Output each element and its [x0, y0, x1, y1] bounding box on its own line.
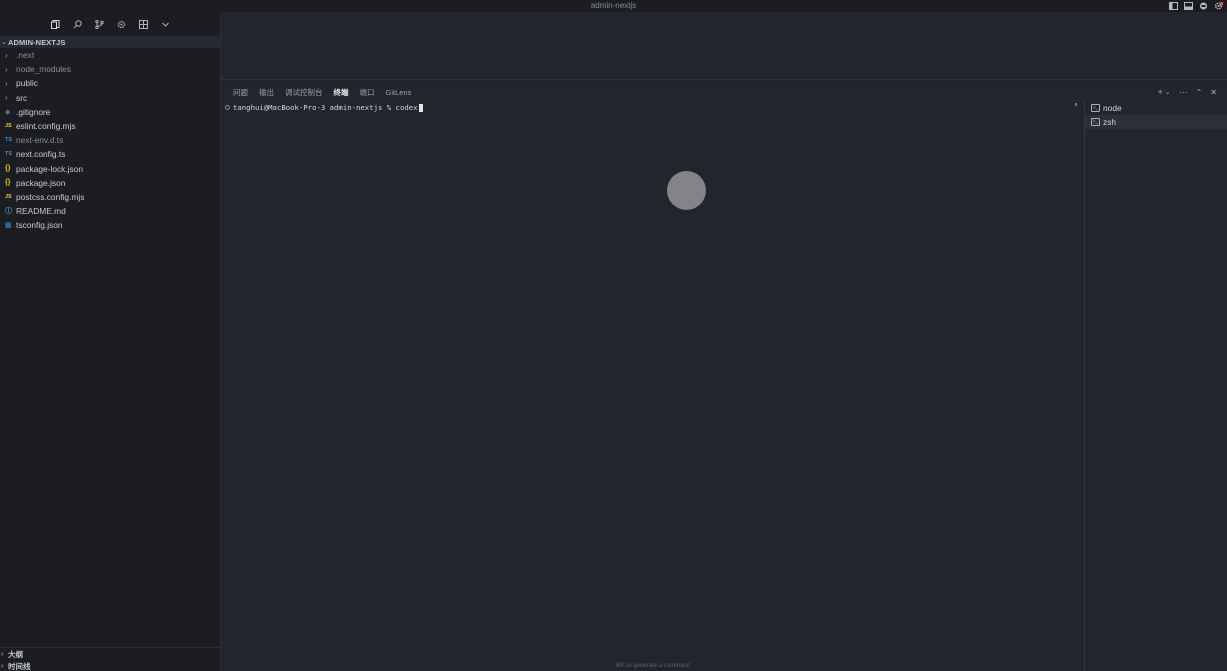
tree-item-next-env[interactable]: TS next-env.d.ts — [0, 133, 220, 147]
tab-gitlens[interactable]: GitLens — [386, 87, 412, 99]
git-file-icon: ◆ — [5, 108, 11, 116]
more-icon[interactable]: ··· — [1179, 87, 1188, 97]
chevron-down-icon[interactable]: ⌄ — [1165, 88, 1171, 96]
terminal-cursor — [418, 103, 423, 112]
sidebar-bottom-sections: › 大纲 › 时间线 — [0, 647, 220, 671]
tree-item-node-modules[interactable]: › node_modules — [0, 62, 220, 76]
close-icon[interactable]: ✕ — [1210, 88, 1217, 97]
chevron-down-icon: ⌄ — [1, 39, 7, 46]
search-icon[interactable] — [72, 19, 82, 29]
scroll-marker — [1075, 103, 1077, 106]
source-control-icon[interactable] — [94, 19, 104, 29]
chevron-right-icon: › — [1, 662, 4, 670]
layout-icon[interactable] — [138, 19, 148, 29]
notification-dot — [1219, 2, 1223, 6]
gear-icon[interactable] — [1214, 2, 1223, 10]
terminal-icon: >_ — [1091, 118, 1100, 126]
js-file-icon: JS — [5, 193, 12, 200]
chevron-right-icon: › — [1, 650, 4, 658]
panel-actions: + ⌄ ··· ⌃ ✕ — [1157, 86, 1217, 98]
maximize-panel-icon[interactable]: ⌃ — [1196, 88, 1203, 97]
touch-indicator — [667, 171, 706, 210]
chevron-right-icon: › — [5, 93, 8, 103]
json-file-icon: {} — [5, 179, 11, 187]
tree-item-gitignore[interactable]: ◆ .gitignore — [0, 105, 220, 119]
tree-item-public[interactable]: › public — [0, 76, 220, 90]
ts-file-icon: TS — [5, 137, 13, 144]
tab-debug-console[interactable]: 调试控制台 — [285, 87, 323, 99]
terminal-list: >_ node >_ zsh — [1084, 101, 1227, 671]
title-bar: admin-nextjs — [0, 0, 1227, 12]
chevron-right-icon: › — [5, 78, 8, 88]
terminal-prompt: tanghui@MacBook-Pro-3 admin-nextjs % cod… — [233, 103, 418, 112]
extensions-icon[interactable] — [117, 20, 126, 29]
explorer-header[interactable]: ⌄ ADMIN-NEXTJS — [0, 36, 220, 48]
tab-terminal[interactable]: 终端 — [334, 87, 349, 99]
tsconfig-file-icon: ▦ — [5, 222, 12, 230]
outline-section[interactable]: › 大纲 — [0, 648, 220, 660]
explorer-title: ADMIN-NEXTJS — [8, 37, 66, 47]
sidebar: ⌄ ADMIN-NEXTJS › .next › node_modules › pub… — [0, 12, 221, 671]
toggle-sidebar-icon[interactable] — [1169, 2, 1178, 10]
info-icon: ⓘ — [5, 208, 12, 216]
tree-item-next[interactable]: › .next — [0, 48, 220, 62]
terminal-item-node[interactable]: >_ node — [1085, 101, 1227, 115]
new-terminal-icon[interactable]: + — [1157, 87, 1162, 97]
terminal-icon: >_ — [1091, 104, 1100, 112]
tree-item-package-json[interactable]: {} package.json — [0, 176, 220, 190]
tree-item-next-config[interactable]: TS next.config.ts — [0, 147, 220, 161]
terminal-item-zsh[interactable]: >_ zsh — [1085, 115, 1227, 129]
tree-item-src[interactable]: › src — [0, 91, 220, 105]
bottom-panel: 问题 输出 调试控制台 终端 端口 GitLens + ⌄ ··· ⌃ ✕ ta… — [221, 81, 1227, 671]
ts-file-icon: TS — [5, 151, 13, 158]
tab-ports[interactable]: 端口 — [360, 87, 375, 99]
tree-item-postcss-config[interactable]: JS postcss.config.mjs — [0, 190, 220, 204]
toggle-panel-icon[interactable] — [1184, 2, 1193, 10]
copilot-icon[interactable] — [1199, 2, 1208, 10]
files-icon[interactable] — [50, 19, 60, 29]
terminal-output[interactable]: tanghui@MacBook-Pro-3 admin-nextjs % cod… — [225, 102, 423, 113]
tree-item-eslint-config[interactable]: JS eslint.config.mjs — [0, 119, 220, 133]
chevron-right-icon: › — [5, 64, 8, 74]
file-tree: › .next › node_modules › public › src ◆ .giti… — [0, 48, 220, 232]
tree-item-package-lock[interactable]: {} package-lock.json — [0, 162, 220, 176]
timeline-section[interactable]: › 时间线 — [0, 660, 220, 671]
tab-problems[interactable]: 问题 — [233, 87, 248, 99]
prompt-status-icon — [225, 105, 230, 110]
command-hint: ⌘K to generate a command — [614, 663, 691, 669]
js-file-icon: JS — [5, 123, 12, 130]
tree-item-tsconfig[interactable]: ▦ tsconfig.json — [0, 218, 220, 232]
editor-area[interactable] — [221, 12, 1227, 80]
chevron-right-icon: › — [5, 50, 8, 60]
tab-output[interactable]: 输出 — [259, 87, 274, 99]
chevron-down-icon[interactable] — [161, 20, 170, 29]
json-file-icon: {} — [5, 165, 11, 173]
panel-tabs: 问题 输出 调试控制台 终端 端口 GitLens — [233, 87, 422, 99]
window-title: admin-nextjs — [590, 1, 637, 10]
activity-bar — [0, 12, 220, 36]
title-bar-actions — [1169, 0, 1223, 12]
tree-item-readme[interactable]: ⓘ README.md — [0, 204, 220, 218]
